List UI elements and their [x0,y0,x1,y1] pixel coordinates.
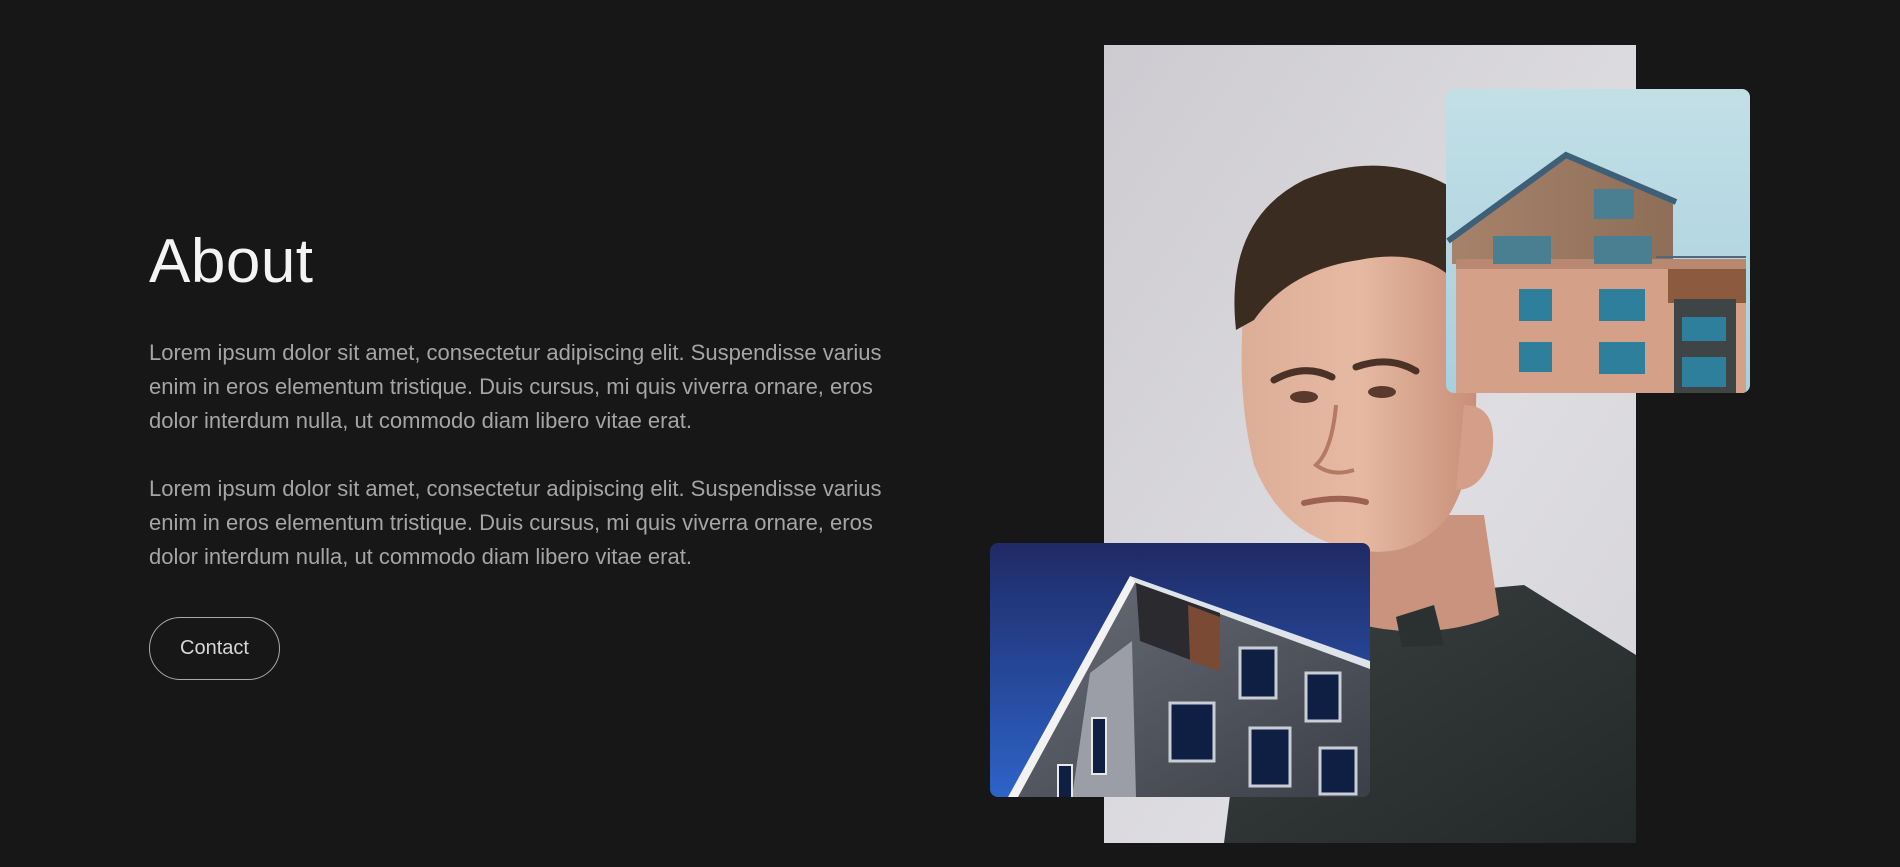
contact-button[interactable]: Contact [149,617,280,680]
wooden-house-illustration [1446,89,1750,393]
about-paragraph-1: Lorem ipsum dolor sit amet, consectetur … [149,340,882,433]
blue-building-illustration [990,543,1370,797]
about-title: About [149,227,314,296]
blue-building-photo [990,543,1370,797]
about-paragraph-2: Lorem ipsum dolor sit amet, consectetur … [149,476,882,569]
about-section: About Lorem ipsum dolor sit amet, consec… [149,222,889,680]
wooden-house-photo [1446,89,1750,393]
